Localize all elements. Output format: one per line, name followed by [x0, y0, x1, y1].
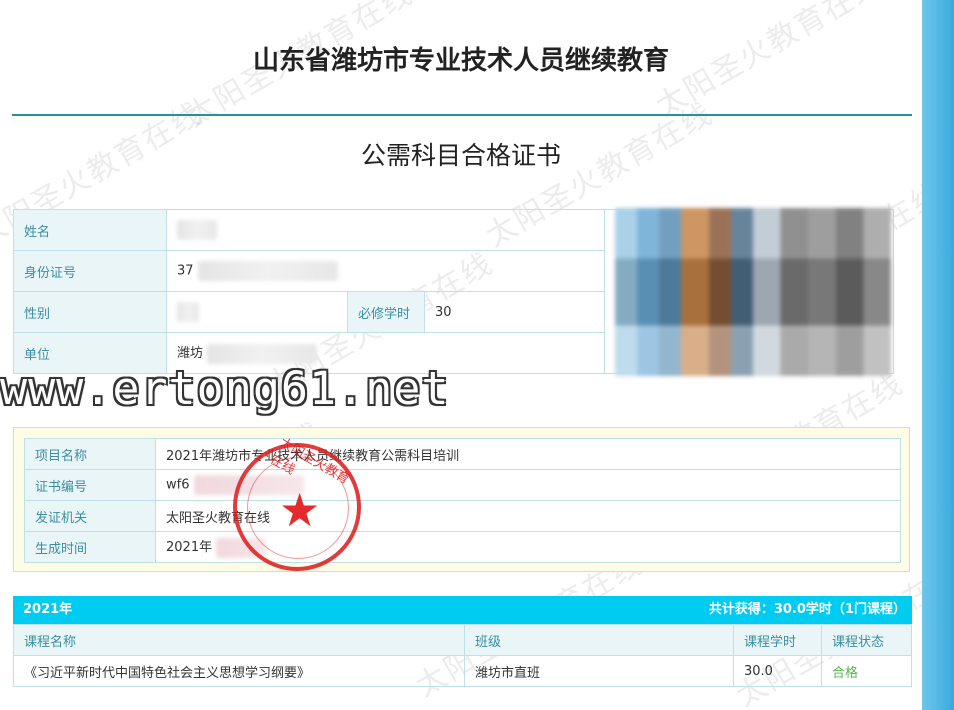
issuer-label: 发证机关	[24, 500, 156, 532]
header-course-hours: 课程学时	[733, 624, 822, 656]
redacted-blur	[207, 343, 318, 364]
number-label: 证书编号	[24, 469, 156, 501]
issuer-row: 发证机关 太阳圣火教育在线	[24, 500, 901, 532]
star-icon: ★	[279, 483, 321, 537]
certificate-page: 太阳圣火教育在线 太阳圣火教育在线 太阳圣火教育在线 太阳圣火教育在线 太阳圣火…	[0, 0, 922, 710]
header-course-name: 课程名称	[13, 624, 465, 656]
course-class: 潍坊市直班	[464, 655, 734, 687]
official-seal: 太阳圣火教育在线 ★	[233, 436, 361, 571]
right-side-rail	[922, 0, 954, 710]
course-table: 课程名称 班级 课程学时 课程状态 《习近平新时代中国特色社会主义思想学习纲要》…	[13, 624, 912, 687]
redacted-blur	[197, 261, 338, 281]
project-row: 项目名称 2021年潍坊市专业技术人员继续教育公需科目培训	[24, 438, 901, 470]
site-url-watermark: www.ertong61.net	[0, 362, 450, 415]
header-course-status: 课程状态	[821, 624, 912, 656]
id-value: 37	[166, 250, 605, 292]
name-row: 姓名	[13, 208, 894, 376]
person-info-table: 姓名 身份证号 37 性别 必修学时 30 单位 潍坊	[13, 208, 894, 376]
portrait-photo	[615, 208, 891, 376]
required-hours-value: 30	[424, 291, 605, 333]
project-label: 项目名称	[24, 438, 156, 470]
total-summary: 共计获得：30.0学时（1门课程）	[708, 602, 906, 617]
header-title: 山东省潍坊市专业技术人员继续教育	[252, 46, 669, 76]
certificate-details-box: 项目名称 2021年潍坊市专业技术人员继续教育公需科目培训 证书编号 wf6 发…	[13, 427, 910, 572]
course-table-header: 课程名称 班级 课程学时 课程状态	[13, 624, 912, 656]
gender-value	[166, 291, 348, 333]
certificate-title: 公需科目合格证书	[360, 141, 561, 170]
redacted-blur	[177, 220, 217, 240]
header-class: 班级	[464, 624, 734, 656]
date-label: 生成时间	[24, 531, 156, 563]
year-label: 2021年	[23, 602, 73, 617]
gender-label: 性别	[13, 291, 167, 333]
date-row: 生成时间 2021年	[24, 531, 901, 563]
table-row: 《习近平新时代中国特色社会主义思想学习纲要》 潍坊市直班 30.0 合格	[13, 655, 912, 687]
name-value	[166, 209, 605, 251]
required-hours-label: 必修学时	[347, 291, 425, 333]
name-label: 姓名	[13, 209, 167, 251]
course-name: 《习近平新时代中国特色社会主义思想学习纲要》	[13, 655, 465, 687]
title-divider	[12, 114, 912, 116]
photo-cell	[604, 208, 894, 376]
number-row: 证书编号 wf6	[24, 469, 901, 501]
certificate-details-table: 项目名称 2021年潍坊市专业技术人员继续教育公需科目培训 证书编号 wf6 发…	[24, 438, 901, 563]
year-summary-bar: 2021年 共计获得：30.0学时（1门课程）	[13, 596, 912, 624]
course-status: 合格	[821, 655, 912, 687]
id-label: 身份证号	[13, 250, 167, 292]
course-hours: 30.0	[733, 655, 822, 687]
redacted-blur	[177, 302, 199, 322]
